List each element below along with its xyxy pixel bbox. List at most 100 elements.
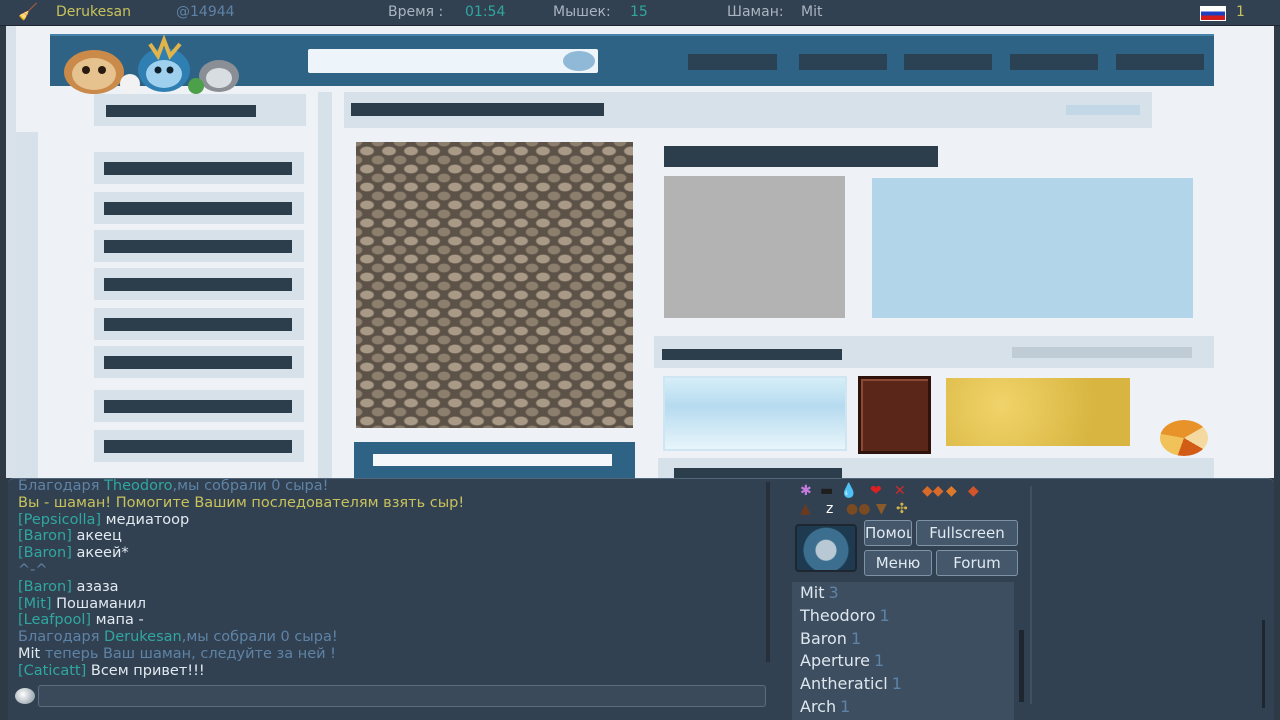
chat-input[interactable]	[38, 685, 766, 707]
gallery-header-link	[1012, 347, 1192, 358]
gallery-header-block	[654, 336, 1214, 368]
cheese-icon[interactable]: ◆	[946, 484, 957, 498]
player-score: 1	[891, 674, 902, 694]
fullscreen-button[interactable]: Fullscreen	[916, 520, 1018, 546]
chat-text: Всем привет!!!	[86, 662, 205, 679]
sand-ground-tile	[946, 378, 1130, 446]
gallery-footer-block	[658, 458, 1214, 480]
sleep-icon[interactable]: z	[826, 502, 833, 516]
content-title-block	[344, 92, 1152, 128]
mice-value: 15	[630, 4, 648, 20]
chat-author: [Baron]	[18, 578, 72, 595]
hat-icon[interactable]: ▬	[820, 484, 833, 498]
chat-line: Mit теперь Ваш шаман, следуйте за ней !	[18, 646, 763, 663]
broom-icon: 🧹	[18, 2, 38, 21]
wood-icon[interactable]: ▲	[800, 502, 811, 516]
sidebar-button-4	[94, 268, 304, 300]
chat-text: Благодаря	[18, 478, 105, 494]
chat-text: ,мы собрали 0 сыра!	[172, 478, 329, 494]
nav-block-1	[688, 54, 777, 70]
player-name: Baron	[800, 628, 847, 648]
player-name: Arch	[800, 696, 837, 716]
chat-author: [Baron]	[18, 528, 72, 545]
chat-line: [Leafpool] мапа -	[18, 612, 763, 629]
player-row[interactable]: Arch 1	[792, 696, 1014, 719]
player-score: 1	[850, 628, 862, 648]
chat-text: акеец	[71, 528, 122, 545]
nav-block-2	[799, 54, 887, 70]
grey-image-placeholder	[664, 176, 845, 318]
chat-name: Derukesan	[104, 629, 182, 646]
sidebar-header-block	[94, 94, 306, 126]
chat-bubble-icon[interactable]	[15, 688, 35, 704]
shaman-label: Шаман:	[727, 4, 784, 20]
chat-line: ^-^	[18, 562, 763, 579]
top-status-bar: 🧹 Derukesan @14944 Время : 01:54 Мышек: …	[0, 0, 1280, 26]
sidebar-header-bar	[106, 105, 256, 117]
sidebar-button-2	[94, 192, 304, 224]
frame-edge	[6, 26, 16, 478]
player-name: Aperture	[800, 651, 871, 671]
game-screen: 🧹 Derukesan @14944 Время : 01:54 Мышек: …	[0, 0, 1280, 720]
column-divider	[318, 92, 332, 478]
stone-ground-tile	[356, 142, 633, 428]
player-row[interactable]: Antheraticl 1	[792, 673, 1014, 696]
player-list: Mit 3 Theodoro 1 Baron 1 Aperture 1 Antheraticl 1…	[792, 582, 1014, 720]
blue-image-placeholder	[872, 178, 1193, 318]
search-bar-shape	[308, 49, 598, 73]
cannon-icon[interactable]: ▼	[876, 502, 887, 516]
chat-text: Пошаманил	[51, 595, 147, 612]
chat-line: [Pepsicolla] медиатоор	[18, 512, 763, 529]
player-list-scrollbar[interactable]	[1019, 630, 1024, 702]
menu-button[interactable]: Меню	[864, 550, 932, 576]
chat-author: [Baron]	[18, 545, 72, 562]
cross-icon[interactable]: ✕	[894, 484, 906, 498]
chat-text: акеей*	[71, 545, 129, 562]
octopus-icon[interactable]: ✱	[800, 484, 812, 498]
chat-text: Благодаря	[18, 629, 105, 646]
log-icon[interactable]: ●●	[846, 502, 870, 516]
mice-label: Мышек:	[553, 4, 611, 20]
flame-icon[interactable]: ◆	[968, 484, 979, 498]
gallery-header-bar	[662, 349, 842, 360]
russia-flag-icon[interactable]	[1200, 6, 1226, 21]
shaman-avatar[interactable]	[795, 524, 857, 572]
beach-ball-object	[1160, 420, 1208, 456]
time-label: Время :	[388, 4, 444, 20]
help-button[interactable]: Помощь	[864, 520, 912, 546]
chat-line: [Baron] акеей*	[18, 545, 763, 562]
chat-log[interactable]: Благодаря Theodoro,мы собрали 0 сыра! Вы …	[18, 478, 763, 679]
heart-icon[interactable]: ❤	[870, 484, 882, 498]
water-drop-icon[interactable]: 💧	[840, 484, 857, 498]
player-name: Theodoro	[800, 605, 876, 625]
player-row[interactable]: Aperture 1	[792, 650, 1014, 673]
fire-icon[interactable]: ◆◆	[922, 484, 944, 498]
chat-text: мапа -	[91, 612, 144, 629]
chat-text: азаза	[71, 578, 119, 595]
chat-author: [Pepsicolla]	[18, 511, 102, 528]
sidebar-button-1	[94, 152, 304, 184]
chat-line: Благодаря Theodoro,мы собрали 0 сыра!	[18, 478, 763, 495]
player-row[interactable]: Mit 3	[792, 582, 1014, 605]
chat-author: [Caticatt]	[18, 662, 87, 679]
chat-text: Вы - шаман! Помогите Вашим последователя…	[18, 494, 465, 511]
chocolate-ground-tile	[858, 376, 931, 454]
chat-author: [Leafpool]	[18, 612, 92, 629]
player-row[interactable]: Baron 1	[792, 628, 1014, 651]
spring-icon[interactable]: ✣	[896, 502, 908, 516]
nav-block-4	[1010, 54, 1098, 70]
panel-title-bar	[664, 146, 938, 167]
chat-author: [Mit]	[18, 595, 52, 612]
right-edge-scroll	[1262, 620, 1265, 708]
content-title-link	[1066, 105, 1140, 115]
chat-text: медиатоор	[101, 511, 190, 528]
panel-divider	[1030, 486, 1032, 704]
sidebar-button-6	[94, 346, 304, 378]
chat-scrollbar[interactable]	[766, 482, 770, 662]
mascot-logo-icon	[64, 34, 239, 94]
player-name: Antheraticl	[800, 674, 888, 694]
player-row[interactable]: Theodoro 1	[792, 605, 1014, 628]
forum-button[interactable]: Forum	[936, 550, 1018, 576]
chat-line: Благодаря Derukesan,мы собрали 0 сыра!	[18, 629, 763, 646]
stone-caption-block	[354, 442, 635, 478]
